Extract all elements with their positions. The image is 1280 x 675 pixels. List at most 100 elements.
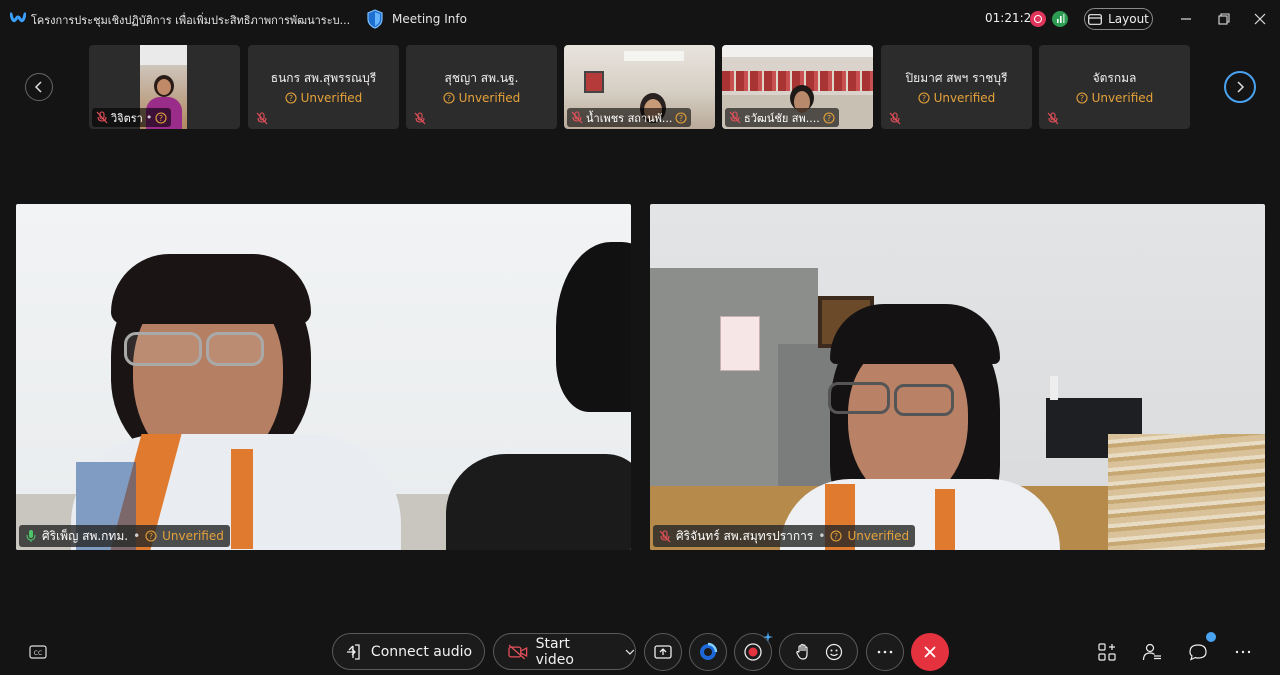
participant-name: จัตรกมล	[1092, 71, 1137, 85]
participant-name-label: ศิริเพ็ญ สพ.กทม. • ? Unverified	[19, 525, 230, 547]
leave-meeting-button[interactable]	[911, 633, 949, 671]
participant-thumbnail[interactable]: น้ำเพชร สถานพั... ?	[564, 45, 715, 129]
svg-text:?: ?	[289, 94, 293, 103]
muted-mic-icon	[96, 111, 108, 124]
participant-name: ปิยมาศ สพฯ ราชบุรี	[905, 71, 1008, 85]
network-status-icon[interactable]	[1052, 11, 1068, 27]
more-options-button[interactable]	[866, 633, 904, 671]
chevron-down-icon[interactable]	[625, 648, 635, 656]
participant-thumbnail[interactable]: ธนกร สพ.สุพรรณบุรี ? Unverified	[248, 45, 399, 129]
participant-thumbnail[interactable]: จัตรกมล ? Unverified	[1039, 45, 1190, 129]
participants-icon	[1142, 643, 1161, 661]
svg-text:?: ?	[1080, 94, 1084, 103]
participant-video	[650, 204, 1265, 550]
svg-text:?: ?	[827, 114, 831, 123]
strip-next-button[interactable]	[1224, 71, 1256, 103]
unverified-status: ? Unverified	[248, 91, 399, 105]
chat-icon	[1189, 644, 1207, 661]
close-icon	[924, 646, 936, 658]
muted-mic-icon	[659, 529, 671, 542]
participant-thumbnail[interactable]: ปิยมาศ สพฯ ราชบุรี ? Unverified	[881, 45, 1032, 129]
participant-thumbnail[interactable]: สุชญา สพ.นฐ. ? Unverified	[406, 45, 557, 129]
strip-prev-button[interactable]	[25, 73, 53, 101]
meeting-info-button[interactable]: Meeting Info	[366, 9, 467, 29]
closed-captions-icon: CC	[29, 645, 47, 659]
share-screen-icon	[654, 645, 672, 659]
meeting-info-label: Meeting Info	[392, 12, 467, 26]
window-title: โครงการประชุมเชิงปฏิบัติการ เพื่อเพิ่มปร…	[31, 14, 349, 27]
svg-text:?: ?	[447, 94, 451, 103]
muted-mic-icon	[256, 112, 268, 125]
minimize-button[interactable]	[1175, 8, 1197, 30]
unverified-icon: ?	[918, 92, 930, 104]
start-video-label: Start video	[535, 635, 574, 668]
svg-text:CC: CC	[34, 650, 42, 657]
title-bar: โครงการประชุมเชิงปฏิบัติการ เพื่อเพิ่มปร…	[0, 0, 1280, 38]
unverified-status: ? Unverified	[406, 91, 557, 105]
svg-text:?: ?	[679, 114, 683, 123]
recording-icon[interactable]	[1030, 11, 1046, 27]
participant-name-label: ศิริจันทร์ สพ.สมุทรปราการ • ? Unverified	[653, 525, 916, 547]
closed-captions-button[interactable]: CC	[26, 640, 50, 664]
sparkle-icon	[763, 632, 773, 642]
record-button[interactable]	[734, 632, 773, 671]
unverified-icon: ?	[145, 530, 157, 542]
restore-button[interactable]	[1213, 8, 1235, 30]
connect-audio-icon	[346, 643, 360, 660]
video-off-icon	[508, 644, 528, 659]
unverified-icon: ?	[155, 111, 167, 124]
layout-label: Layout	[1108, 12, 1149, 26]
connect-audio-label: Connect audio	[370, 643, 473, 660]
participant-name: ธนกร สพ.สุพรรณบุรี	[270, 71, 377, 85]
svg-text:?: ?	[834, 532, 838, 541]
chat-button[interactable]	[1186, 632, 1216, 664]
participant-thumbnail[interactable]: ธวัฒน์ชัย สพ.... ?	[722, 45, 873, 129]
participant-name-label: น้ำเพชร สถานพั... ?	[567, 108, 692, 127]
shield-icon	[367, 9, 383, 29]
reactions-group	[779, 633, 858, 670]
close-window-button[interactable]	[1249, 8, 1271, 30]
layout-button[interactable]: Layout	[1084, 8, 1153, 30]
unverified-icon: ?	[823, 111, 835, 124]
participants-button[interactable]	[1140, 640, 1164, 664]
participant-video-tile[interactable]: ศิริจันทร์ สพ.สมุทรปราการ • ? Unverified	[650, 204, 1265, 550]
apps-icon	[1098, 643, 1116, 661]
svg-text:?: ?	[149, 532, 153, 541]
unverified-status: ? Unverified	[1039, 91, 1190, 105]
svg-text:?: ?	[922, 94, 926, 103]
unverified-icon: ?	[675, 111, 687, 124]
emoji-reaction-icon[interactable]	[825, 643, 843, 661]
minimize-icon	[1181, 18, 1191, 20]
unverified-icon: ?	[443, 92, 455, 104]
participant-video-tile[interactable]: ศิริเพ็ญ สพ.กทม. • ? Unverified	[16, 204, 631, 550]
more-icon	[1235, 650, 1251, 654]
muted-mic-icon	[1047, 112, 1059, 125]
participant-name-label: วิจิตรา • ?	[92, 108, 172, 127]
svg-text:?: ?	[159, 114, 163, 123]
muted-mic-icon	[889, 112, 901, 125]
more-panels-button[interactable]	[1231, 640, 1255, 664]
muted-mic-icon	[729, 111, 741, 124]
record-icon	[744, 643, 762, 661]
chat-notification-badge	[1206, 632, 1216, 642]
chevron-right-icon	[1237, 81, 1245, 93]
unverified-status: ? Unverified	[881, 91, 1032, 105]
connect-audio-button[interactable]: Connect audio	[332, 633, 485, 670]
mic-active-icon	[26, 530, 36, 542]
layout-icon	[1088, 13, 1102, 25]
participant-name-label: ธวัฒน์ชัย สพ.... ?	[725, 108, 839, 127]
share-screen-button[interactable]	[644, 633, 682, 671]
unverified-icon: ?	[830, 530, 842, 542]
more-icon	[877, 650, 893, 654]
participant-thumbnail[interactable]: วิจิตรา • ?	[89, 45, 240, 129]
unverified-icon: ?	[1076, 92, 1088, 104]
ai-assistant-button[interactable]	[689, 633, 727, 671]
participant-name: สุชญา สพ.นฐ.	[444, 71, 519, 85]
participant-video	[16, 204, 631, 550]
apps-button[interactable]	[1095, 640, 1119, 664]
restore-icon	[1218, 13, 1230, 25]
muted-mic-icon	[414, 112, 426, 125]
raise-hand-icon[interactable]	[795, 643, 811, 661]
start-video-button[interactable]: Start video	[493, 633, 636, 670]
muted-mic-icon	[571, 111, 583, 124]
